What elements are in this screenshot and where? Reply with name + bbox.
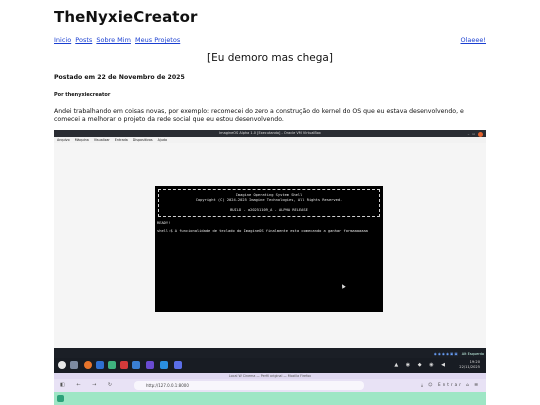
site-favicon-icon: [57, 395, 64, 402]
active-app-icon[interactable]: [174, 361, 182, 369]
start-menu-icon[interactable]: [58, 361, 66, 369]
taskbar: ▲ ◉ ◆ ◉ ◀ 19:20 22/11/2025: [54, 358, 486, 373]
browser-toolbar-right[interactable]: ⤓ ☺ Entrar ⌂ ☰: [421, 382, 480, 387]
app-icon-purple[interactable]: [146, 361, 154, 369]
post-screenshot: ImagineOS Alpha 1.0 [Executando] - Oracl…: [54, 130, 486, 405]
files-icon[interactable]: [70, 361, 78, 369]
post-date: Postado em 22 de Novembro de 2025: [54, 74, 185, 81]
vm-status-icons: ◉◉◉◉▣▣: [433, 352, 459, 356]
virtualbox-icon[interactable]: [160, 361, 168, 369]
console-prompt: shell:$ A funcionalidade de teclado do I…: [157, 229, 368, 234]
sign-in-label[interactable]: Entrar: [438, 382, 463, 387]
menu-visualizar: Visualizar: [93, 138, 110, 142]
url-text: http://127.0.0.1:8000: [146, 383, 189, 388]
nav-link-posts[interactable]: Posts: [75, 36, 92, 44]
browser-toolbar: ◧ ← → ↻ http://127.0.0.1:8000 ⤓ ☺ Entrar…: [54, 379, 486, 392]
nav-link-greeting[interactable]: Olaeee!: [460, 36, 486, 44]
menu-maquina: Máquina: [74, 138, 89, 142]
console-ready: READY!: [157, 220, 171, 225]
firefox-icon[interactable]: [84, 361, 92, 369]
nav-link-inicio[interactable]: Inicio: [54, 36, 71, 44]
vm-statusbar: ◉◉◉◉▣▣ Alt Esquerdo: [433, 351, 484, 358]
url-bar[interactable]: http://127.0.0.1:8000: [134, 381, 364, 390]
app-icon-red[interactable]: [120, 361, 128, 369]
menu-ajuda: Ajuda: [157, 138, 168, 142]
site-title[interactable]: TheNyxieCreator: [54, 8, 197, 26]
post-author: Por thenyxiecreator: [54, 92, 111, 98]
terminal-icon[interactable]: [108, 361, 116, 369]
menu-arquivo: Arquivo: [57, 138, 70, 142]
vm-window-title: ImagineOS Alpha 1.0 [Executando] - Oracl…: [219, 131, 321, 135]
browser-content: [54, 392, 486, 405]
post-body: Andei trabalhando em coisas novas, por e…: [54, 108, 464, 123]
console-banner-line2: Copyright (C) 2024-2025 Imagine Technolo…: [195, 197, 343, 202]
close-icon: [478, 131, 483, 137]
menu-dispositivos: Dispositivos: [132, 138, 153, 142]
host-key-label: Alt Esquerdo: [461, 352, 484, 356]
app-icon-blue[interactable]: [132, 361, 140, 369]
main-nav: Inicio Posts Sobre Mim Meus Projetos: [54, 36, 182, 44]
mouse-cursor-icon: [340, 283, 346, 289]
menu-entrada: Entrada: [114, 138, 128, 142]
nav-link-meus-projetos[interactable]: Meus Projetos: [135, 36, 180, 44]
console-build: BUILD - a20251109_A - ALPHA RELEASE: [230, 208, 308, 213]
system-tray-icons[interactable]: ▲ ◉ ◆ ◉ ◀: [394, 362, 448, 368]
vm-window-titlebar: ImagineOS Alpha 1.0 [Executando] - Oracl…: [54, 130, 486, 137]
tray-date: 22/11/2025: [459, 365, 480, 369]
vm-screen: Imagine Operating System Shell Copyright…: [54, 143, 486, 348]
app-icon[interactable]: [96, 361, 104, 369]
tray-clock[interactable]: 19:20 22/11/2025: [459, 360, 480, 370]
browser-nav-buttons[interactable]: ◧ ← → ↻: [60, 382, 117, 388]
post-title: [Eu demoro mas chega]: [207, 52, 333, 64]
nav-link-sobre-mim[interactable]: Sobre Mim: [96, 36, 131, 44]
os-console: Imagine Operating System Shell Copyright…: [155, 186, 383, 312]
console-banner: Imagine Operating System Shell Copyright…: [158, 189, 380, 217]
